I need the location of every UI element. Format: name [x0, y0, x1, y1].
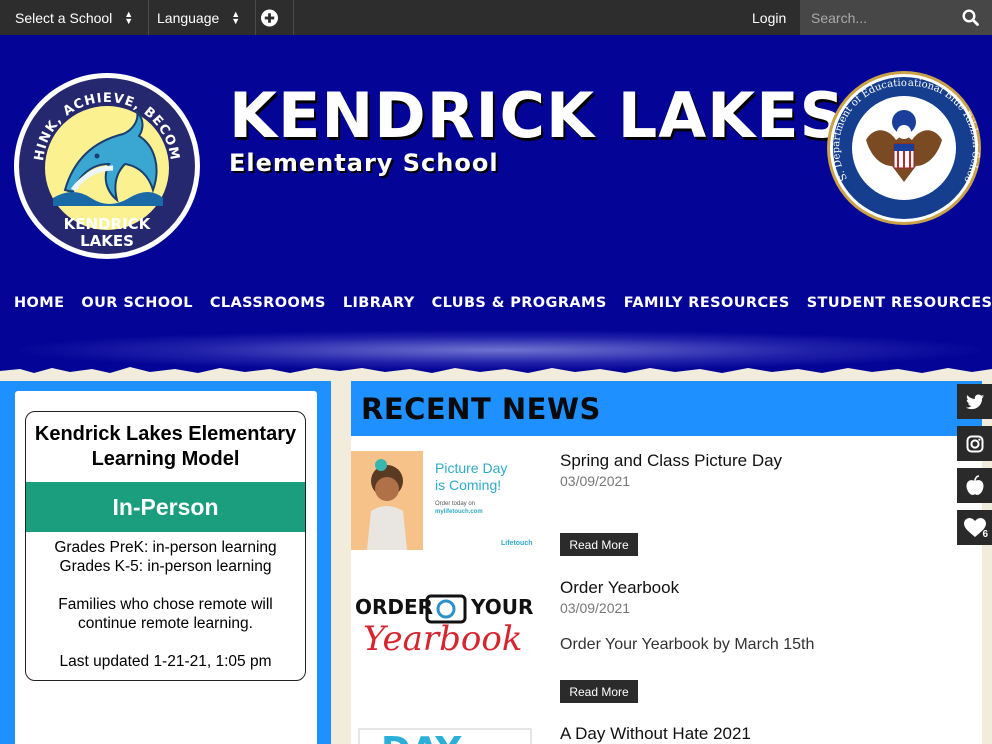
school-type: Elementary School	[229, 149, 499, 177]
read-more-button[interactable]: Read More	[560, 533, 638, 556]
main-navigation: HOME OUR SCHOOL CLASSROOMS LIBRARY CLUBS…	[14, 295, 992, 311]
thumb-day-text: DAY	[381, 730, 462, 744]
news-title-link[interactable]: Spring and Class Picture Day	[560, 451, 782, 471]
learning-model-title-line2: Learning Model	[91, 448, 240, 470]
login-link[interactable]: Login	[741, 0, 797, 35]
instagram-icon	[966, 435, 983, 452]
nav-home[interactable]: HOME	[14, 295, 64, 311]
read-more-button[interactable]: Read More	[560, 680, 638, 703]
logo-name-1: KENDRICK	[64, 215, 152, 233]
recent-news-section: RECENT NEWS Picture Day is Coming! Order…	[351, 381, 982, 744]
remote-note-line2: continue remote learning.	[78, 615, 253, 632]
site-header: THINK, ACHIEVE, BECOME KENDRICK LAKES KE…	[0, 35, 992, 381]
school-name: KENDRICK LAKES	[229, 79, 846, 152]
twitter-button[interactable]	[957, 384, 992, 419]
thumb-yearbook-word3: Yearbook	[363, 619, 522, 659]
twitter-icon	[965, 394, 984, 409]
utility-bar: Select a School ▲ ▼ Language ▲ ▼ Login	[0, 0, 992, 35]
news-item: Picture Day is Coming! Order today on my…	[351, 451, 982, 571]
recent-news-header: RECENT NEWS	[351, 381, 982, 436]
instagram-button[interactable]	[957, 426, 992, 461]
learning-status-badge: In-Person	[26, 482, 305, 532]
remote-note-line1: Families who chose remote will	[58, 596, 273, 613]
apple-peachjar-button[interactable]	[957, 468, 992, 503]
news-item: ORDER YOUR Yearbook Order Yearbook 03/09…	[351, 578, 982, 708]
school-logo[interactable]: THINK, ACHIEVE, BECOME KENDRICK LAKES	[13, 72, 201, 260]
thumb-picture-day-brand: Lifetouch	[501, 540, 533, 547]
thumb-yearbook-word1: ORDER	[355, 595, 433, 619]
heart-count-button[interactable]: 6	[957, 510, 992, 545]
updown-caret-icon: ▲ ▼	[231, 8, 241, 26]
grades-k5-line: Grades K-5: in-person learning	[59, 558, 272, 575]
search-icon[interactable]	[962, 9, 979, 26]
thumb-yearbook-word2: YOUR	[470, 595, 533, 619]
learning-model-title-line1: Kendrick Lakes Elementary	[34, 423, 297, 445]
nav-our-school[interactable]: OUR SCHOOL	[81, 295, 192, 311]
thumb-picture-day-line2: is Coming!	[435, 477, 501, 493]
news-thumbnail-yearbook[interactable]: ORDER YOUR Yearbook	[351, 578, 538, 677]
language-label: Language	[157, 9, 220, 26]
nav-classrooms[interactable]: CLASSROOMS	[210, 295, 326, 311]
news-excerpt: Order Your Yearbook by March 15th	[560, 636, 815, 653]
news-title-link[interactable]: Order Yearbook	[560, 578, 679, 598]
nav-family-resources[interactable]: FAMILY RESOURCES	[624, 295, 790, 311]
grades-prek-line: Grades PreK: in-person learning	[54, 539, 277, 556]
news-date: 03/09/2021	[560, 473, 631, 489]
updown-caret-icon: ▲ ▼	[124, 8, 134, 26]
select-school-dropdown[interactable]: Select a School ▲ ▼	[0, 0, 150, 35]
add-shortcut-button[interactable]	[246, 0, 294, 35]
thumb-picture-day-line3: Order today on	[435, 501, 475, 507]
news-thumbnail-day-without-hate[interactable]: DAY	[351, 724, 538, 744]
heart-count: 6	[982, 529, 988, 540]
news-date: 03/09/2021	[560, 600, 631, 616]
thumb-picture-day-line4: mylifetouch.com	[435, 509, 483, 515]
apple-icon	[965, 474, 984, 495]
learning-model-box: Kendrick Lakes Elementary Learning Model…	[25, 411, 306, 681]
logo-name-2: LAKES	[80, 232, 134, 250]
thumb-picture-day-line1: Picture Day	[435, 460, 507, 476]
last-updated: Last updated 1-21-21, 1:05 pm	[59, 653, 272, 670]
nav-student-resources[interactable]: STUDENT RESOURCES	[807, 295, 992, 311]
news-title-link[interactable]: A Day Without Hate 2021	[560, 724, 751, 744]
plus-circle-icon	[261, 9, 278, 26]
search-box	[800, 0, 992, 35]
language-dropdown[interactable]: Language ▲ ▼	[142, 0, 257, 35]
recent-news-heading: RECENT NEWS	[361, 392, 601, 426]
select-school-label: Select a School	[15, 9, 113, 26]
social-rail: 6	[957, 384, 992, 552]
sidebar-card: Kendrick Lakes Elementary Learning Model…	[15, 391, 317, 744]
blue-ribbon-seal: U.S. Department of Education National Bl…	[826, 70, 981, 225]
learning-model-title: Kendrick Lakes Elementary Learning Model	[26, 422, 305, 472]
learning-model-details: Grades PreK: in-person learning Grades K…	[26, 538, 305, 671]
search-input[interactable]	[811, 9, 961, 26]
left-sidebar: Kendrick Lakes Elementary Learning Model…	[0, 381, 331, 744]
torn-edge-divider	[0, 367, 992, 381]
nav-library[interactable]: LIBRARY	[343, 295, 415, 311]
news-thumbnail-picture-day[interactable]: Picture Day is Coming! Order today on my…	[351, 451, 538, 550]
nav-clubs-programs[interactable]: CLUBS & PROGRAMS	[432, 295, 607, 311]
news-item: DAY A Day Without Hate 2021	[351, 724, 982, 744]
